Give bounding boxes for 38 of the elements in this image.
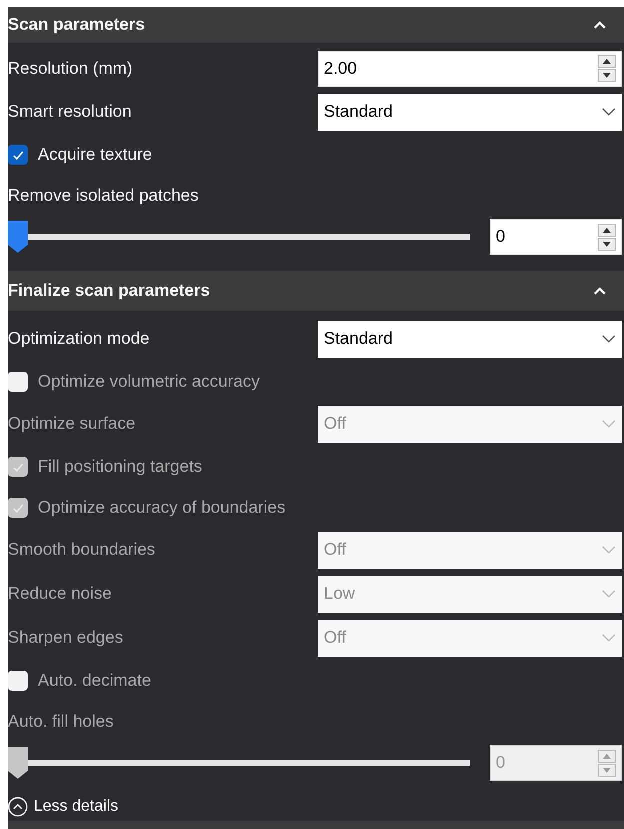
field-label: Sharpen edges — [8, 627, 124, 650]
field-label: Optimize volumetric accuracy — [38, 370, 260, 393]
field-label: Optimize surface — [8, 413, 137, 436]
chevron-down-icon — [602, 634, 616, 642]
spin-arrows-icon[interactable] — [598, 224, 616, 250]
number-field[interactable]: 0 — [490, 219, 622, 255]
slider-track[interactable] — [8, 221, 470, 253]
field-label: Smooth boundaries — [8, 539, 156, 562]
less-details-link[interactable]: Less details — [34, 795, 118, 820]
dropdown[interactable]: Standard — [318, 94, 622, 130]
field-label: Optimize accuracy of boundaries — [38, 496, 286, 519]
field-label: Fill positioning targets — [38, 456, 202, 478]
field-label: Auto. fill holes — [8, 711, 114, 734]
field-label: Smart resolution — [8, 101, 133, 124]
spin-arrows-icon[interactable] — [598, 55, 616, 82]
dropdown[interactable]: Standard — [318, 320, 622, 358]
chevron-down-icon — [602, 335, 616, 343]
slider-thumb[interactable] — [8, 221, 28, 253]
checkbox[interactable] — [8, 144, 28, 164]
chevron-down-icon — [602, 108, 616, 116]
chevron-up-icon — [594, 20, 606, 30]
chevron-down-icon — [602, 420, 616, 428]
section-title: Finalize scan parameters — [8, 280, 210, 302]
section-title: Scan parameters — [8, 14, 146, 36]
field-label: Remove isolated patches — [8, 185, 199, 208]
field-label: Acquire texture — [38, 144, 152, 166]
section-header[interactable]: Finalize scan parameters — [8, 271, 624, 311]
field-label: Optimization mode — [8, 328, 151, 350]
chevron-up-icon — [594, 286, 606, 296]
field-label: Auto. decimate — [38, 670, 152, 692]
field-label: Resolution (mm) — [8, 58, 134, 80]
slider-track[interactable] — [8, 747, 470, 779]
section-header[interactable]: Scan parameters — [8, 7, 624, 43]
field-label: Reduce noise — [8, 583, 113, 606]
collapse-icon[interactable] — [8, 797, 28, 818]
number-field[interactable]: 2.00 — [318, 50, 622, 86]
chevron-down-icon — [602, 590, 616, 598]
chevron-down-icon — [602, 546, 616, 554]
